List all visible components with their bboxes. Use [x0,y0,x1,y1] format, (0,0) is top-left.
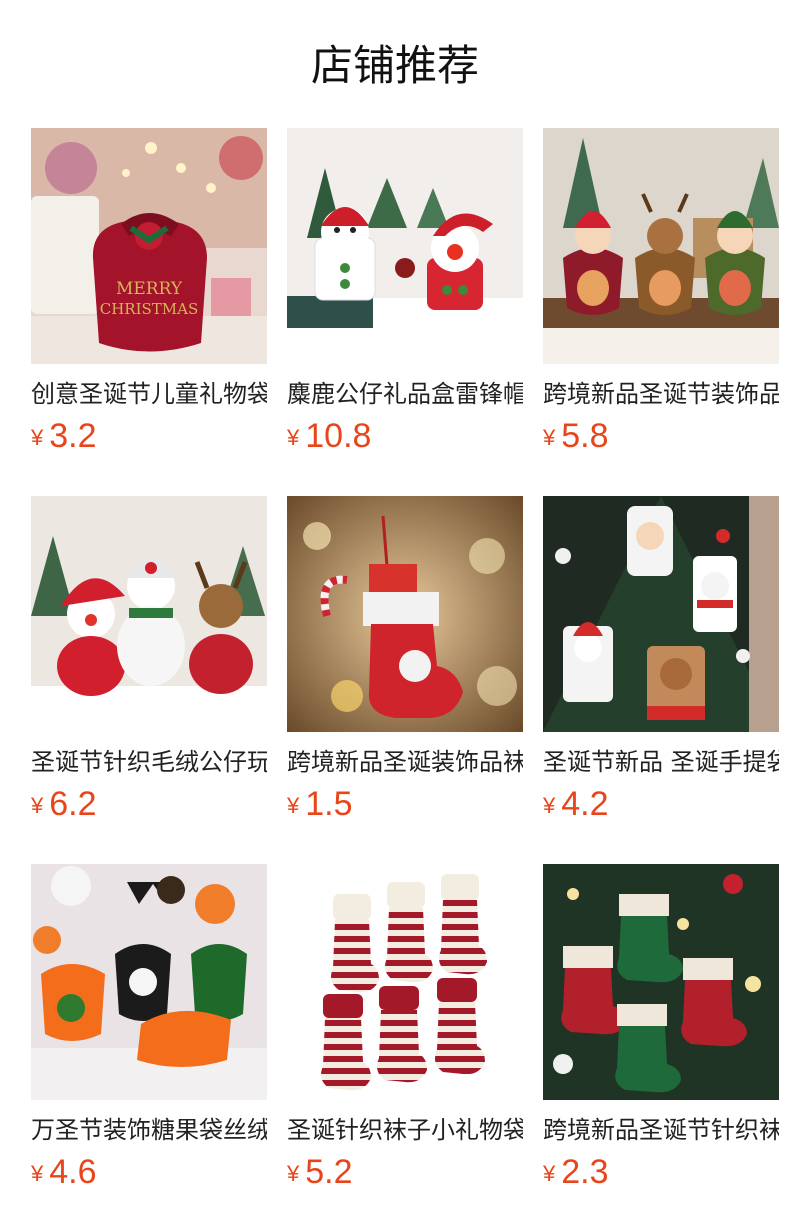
product-image[interactable] [287,128,523,364]
product-name[interactable]: 圣诞节新品 圣诞手提袋 [543,746,779,778]
price-value: 5.2 [305,1153,353,1191]
currency-symbol: ¥ [31,425,44,450]
product-name[interactable]: 跨境新品圣诞节装饰品 [543,378,779,410]
product-name[interactable]: 圣诞针织袜子小礼物袋 [287,1114,523,1146]
product-image[interactable] [543,864,779,1100]
price-value: 5.8 [561,417,609,455]
currency-symbol: ¥ [287,1161,300,1186]
product-price: ¥2.3 [543,1152,779,1199]
product-name[interactable]: 跨境新品圣诞节针织袜子 [543,1114,779,1146]
product-card[interactable]: MERRY CHRISTMAS 创意圣诞节儿童礼物袋 ¥3.2 [31,128,267,463]
candy-bags-image [543,128,779,364]
product-name[interactable]: 圣诞节针织毛绒公仔玩具 [31,746,267,778]
product-card[interactable]: 跨境新品圣诞节装饰品 ¥5.8 [543,128,779,463]
currency-symbol: ¥ [287,793,300,818]
price-value: 3.2 [49,417,97,455]
currency-symbol: ¥ [543,425,556,450]
currency-symbol: ¥ [287,425,300,450]
gift-bag-image: MERRY CHRISTMAS [31,128,267,364]
svg-text:MERRY: MERRY [116,279,183,299]
stocking-image [287,496,523,732]
product-price: ¥1.5 [287,784,523,831]
halloween-bags-image [31,864,267,1100]
product-image[interactable] [31,496,267,732]
currency-symbol: ¥ [543,1161,556,1186]
currency-symbol: ¥ [31,793,44,818]
product-name[interactable]: 麋鹿公仔礼品盒雷锋帽 [287,378,523,410]
product-price: ¥6.2 [31,784,267,831]
price-value: 6.2 [49,785,97,823]
product-price: ¥5.8 [543,416,779,463]
knitted-stockings-tree-image [543,864,779,1100]
tree-bags-image [543,496,779,732]
product-image[interactable] [543,128,779,364]
product-name[interactable]: 跨境新品圣诞装饰品袜子 [287,746,523,778]
product-price: ¥10.8 [287,416,523,463]
price-value: 4.6 [49,1153,97,1191]
product-card[interactable]: 圣诞节新品 圣诞手提袋 ¥4.2 [543,496,779,831]
price-value: 1.5 [305,785,353,823]
price-value: 2.3 [561,1153,609,1191]
product-image[interactable]: MERRY CHRISTMAS [31,128,267,364]
knitted-dolls-image [31,496,267,732]
product-card[interactable]: 跨境新品圣诞装饰品袜子 ¥1.5 [287,496,523,831]
product-card[interactable]: 万圣节装饰糖果袋丝绒 ¥4.6 [31,864,267,1199]
currency-symbol: ¥ [31,1161,44,1186]
product-image[interactable] [287,496,523,732]
product-price: ¥3.2 [31,416,267,463]
product-card[interactable]: 圣诞节针织毛绒公仔玩具 ¥6.2 [31,496,267,831]
currency-symbol: ¥ [543,793,556,818]
product-image[interactable] [543,496,779,732]
striped-stockings-image [287,864,523,1100]
product-card[interactable]: 跨境新品圣诞节针织袜子 ¥2.3 [543,864,779,1199]
product-image[interactable] [287,864,523,1100]
product-name[interactable]: 创意圣诞节儿童礼物袋 [31,378,267,410]
doll-boxes-image [287,128,523,364]
product-grid: MERRY CHRISTMAS 创意圣诞节儿童礼物袋 ¥3.2 麋鹿公仔礼品盒雷… [0,0,790,1232]
product-card[interactable]: 圣诞针织袜子小礼物袋 ¥5.2 [287,864,523,1199]
svg-text:CHRISTMAS: CHRISTMAS [100,300,199,318]
product-price: ¥4.6 [31,1152,267,1199]
price-value: 10.8 [305,417,372,455]
product-name[interactable]: 万圣节装饰糖果袋丝绒 [31,1114,267,1146]
price-value: 4.2 [561,785,609,823]
product-image[interactable] [31,864,267,1100]
product-price: ¥4.2 [543,784,779,831]
product-card[interactable]: 麋鹿公仔礼品盒雷锋帽 ¥10.8 [287,128,523,463]
product-price: ¥5.2 [287,1152,523,1199]
